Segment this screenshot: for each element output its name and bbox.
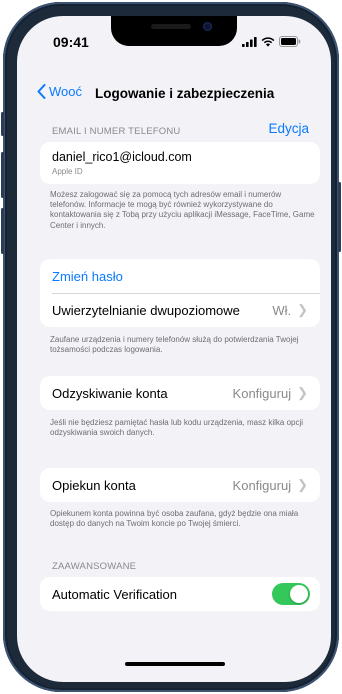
legacy-group: Opiekun konta Konfiguruj ❯ [40, 468, 320, 502]
camera-icon [203, 22, 212, 31]
legacy-contact-label: Opiekun konta [52, 477, 136, 493]
toggle-knob [290, 585, 308, 603]
notch [111, 16, 237, 46]
password-group: Zmień hasło Uwierzytelnianie dwupoziomow… [40, 259, 320, 327]
legacy-contact-row[interactable]: Opiekun konta Konfiguruj ❯ [40, 468, 320, 502]
change-password-button[interactable]: Zmień hasło [40, 259, 320, 293]
two-factor-value-group: Wł. ❯ [272, 302, 308, 318]
advanced-group: Automatic Verification [40, 577, 320, 611]
page-title: Logowanie i zabezpieczenia [95, 86, 275, 101]
volume-up-button [1, 152, 4, 198]
two-factor-footer: Zaufane urządzenia i numery telefonów sł… [50, 335, 299, 355]
email-footer: Możesz zalogować się za pomocą tych adre… [50, 190, 315, 230]
email-group: daniel_rico1@icloud.com Apple ID [40, 142, 320, 184]
chevron-right-icon: ❯ [297, 477, 308, 492]
back-button[interactable]: Wooć [37, 84, 82, 99]
account-recovery-row[interactable]: Odzyskiwanie konta Konfiguruj ❯ [40, 376, 320, 410]
speaker-grille [151, 24, 191, 29]
legacy-contact-value: Konfiguruj [232, 477, 292, 493]
change-password-label: Zmień hasło [52, 268, 123, 284]
home-indicator[interactable] [125, 662, 225, 666]
two-factor-row[interactable]: Uwierzytelnianie dwupoziomowe Wł. ❯ [40, 293, 320, 327]
status-icons [242, 36, 301, 47]
phone-frame: 09:41 Wooć Logowanie i zabezpieczenia EM… [1, 2, 341, 692]
email-section-header: EMAIL I NUMER TELEFONU [52, 126, 181, 137]
edit-button[interactable]: Edycja [268, 121, 309, 136]
two-factor-label: Uwierzytelnianie dwupoziomowe [52, 302, 240, 318]
recovery-group: Odzyskiwanie konta Konfiguruj ❯ [40, 376, 320, 410]
chevron-right-icon: ❯ [297, 385, 308, 400]
two-factor-value: Wł. [272, 302, 292, 318]
volume-down-button [1, 208, 4, 254]
legacy-footer: Opiekunem konta powinna być osoba zaufan… [50, 509, 299, 529]
auto-verification-label: Automatic Verification [52, 586, 178, 602]
advanced-section-header: ZAAWANSOWANE [52, 561, 137, 572]
power-button [338, 182, 341, 252]
action-button [1, 112, 4, 136]
chevron-left-icon [37, 84, 46, 99]
account-recovery-value-group: Konfiguruj ❯ [233, 385, 308, 401]
auto-verification-toggle[interactable] [272, 583, 310, 605]
account-recovery-label: Odzyskiwanie konta [52, 385, 168, 401]
account-recovery-value: Konfiguruj [232, 385, 292, 401]
email-sublabel: Apple ID [52, 167, 83, 176]
battery-icon [279, 36, 301, 47]
email-cell[interactable]: daniel_rico1@icloud.com Apple ID [40, 142, 320, 184]
recovery-footer: Jeśli nie będziesz pamiętać hasła lub ko… [50, 418, 304, 438]
wifi-icon [261, 36, 275, 47]
legacy-contact-value-group: Konfiguruj ❯ [233, 477, 308, 493]
signal-icon [242, 36, 257, 47]
screen: 09:41 Wooć Logowanie i zabezpieczenia EM… [17, 16, 331, 682]
auto-verification-row: Automatic Verification [40, 577, 320, 611]
email-address: daniel_rico1@icloud.com [52, 150, 192, 164]
back-button-label: Wooć [49, 84, 82, 99]
navigation-bar: Wooć Logowanie i zabezpieczenia [17, 84, 331, 108]
status-time: 09:41 [53, 34, 89, 50]
chevron-right-icon: ❯ [297, 302, 308, 317]
